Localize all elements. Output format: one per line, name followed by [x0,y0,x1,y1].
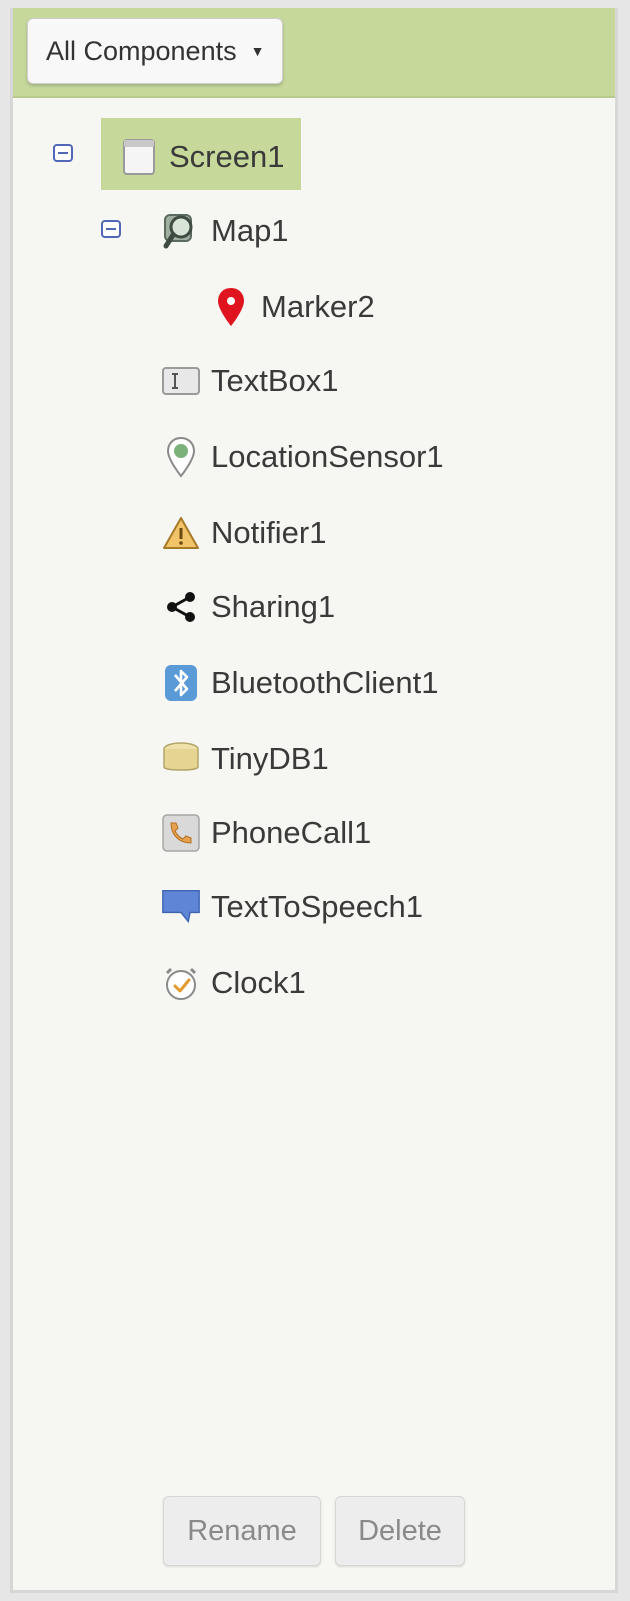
tree-item-clock1[interactable]: Clock1 [161,958,306,1008]
tree-item-texttospeech1[interactable]: TextToSpeech1 [161,882,423,932]
collapse-map1-toggle[interactable] [101,220,121,238]
tree-item-label: Notifier1 [211,515,327,550]
map-marker-icon [211,287,251,327]
clock-icon [161,963,201,1003]
panel-actions: Rename Delete [13,1496,615,1566]
tree-item-label: TextBox1 [211,363,339,398]
tree-item-label: Marker2 [261,289,375,324]
tree-item-label: Sharing1 [211,589,336,624]
phone-icon [161,813,201,853]
rename-button[interactable]: Rename [163,1496,321,1566]
tree-item-textbox1[interactable]: TextBox1 [161,356,339,406]
collapse-screen1-toggle[interactable] [53,144,73,162]
tree-item-locationsensor1[interactable]: LocationSensor1 [161,432,444,482]
tree-item-label: TextToSpeech1 [211,889,423,924]
tree-item-map1[interactable]: Map1 [161,206,289,256]
tree-item-tinydb1[interactable]: TinyDB1 [161,734,329,784]
speech-bubble-icon [161,887,201,927]
tree-item-label: Map1 [211,213,289,248]
map-icon [161,211,201,251]
tree-item-label: TinyDB1 [211,741,329,776]
bluetooth-icon [161,663,201,703]
screen-icon [119,137,159,177]
delete-button[interactable]: Delete [335,1496,465,1566]
components-filter-label: All Components [46,35,237,66]
textbox-icon [161,361,201,401]
tree-item-label: PhoneCall1 [211,815,372,850]
share-icon [161,587,201,627]
location-sensor-icon [161,436,201,478]
tree-item-label: Screen1 [169,139,285,174]
tree-item-label: Clock1 [211,965,306,1000]
components-panel: All Components ▼ Screen1 Map1 Marker2 Te… [10,8,618,1593]
warning-icon [161,513,201,553]
tree-item-marker2[interactable]: Marker2 [211,282,375,332]
database-icon [161,739,201,779]
tree-item-label: BluetoothClient1 [211,665,439,700]
tree-item-sharing1[interactable]: Sharing1 [161,582,335,632]
tree-item-screen1[interactable]: Screen1 [119,132,284,182]
components-filter-dropdown[interactable]: All Components ▼ [27,18,284,84]
dropdown-caret-icon: ▼ [250,43,265,59]
tree-item-bluetoothclient1[interactable]: BluetoothClient1 [161,658,439,708]
tree-item-phonecall1[interactable]: PhoneCall1 [161,808,371,858]
tree-item-notifier1[interactable]: Notifier1 [161,508,326,558]
panel-header: All Components ▼ [13,8,615,98]
tree-item-label: LocationSensor1 [211,439,444,474]
